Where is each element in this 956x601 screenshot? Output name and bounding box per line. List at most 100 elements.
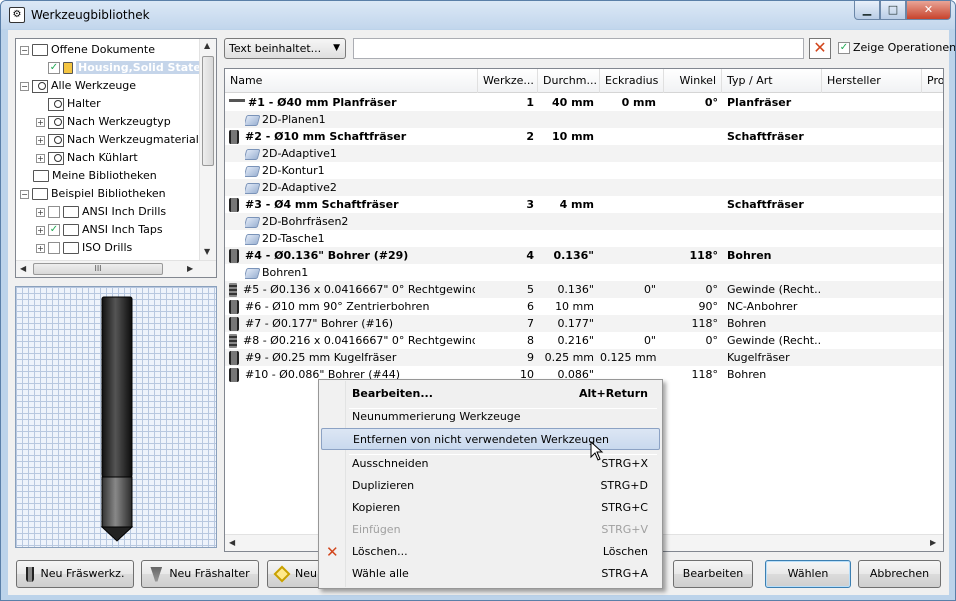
tool-row[interactable]: #6 - Ø10 mm 90° Zentrierbohren 6 10 mm 90° N… [225, 298, 943, 315]
column-header-diameter[interactable]: Durchm... [538, 69, 600, 93]
maximize-button[interactable]: □ [880, 1, 906, 20]
tree-hscroll-thumb[interactable]: III [33, 263, 163, 275]
scroll-left-icon[interactable]: ◀ [229, 538, 235, 547]
operation-row[interactable]: Bohren1 [225, 264, 943, 281]
edit-button[interactable]: Bearbeiten [673, 560, 753, 588]
tool-row[interactable]: #8 - Ø0.216 x 0.0416667" 0° Rechtgewinde… [225, 332, 943, 349]
menu-item-remove-unused[interactable]: Entfernen von nicht verwendeten Werkzeug… [321, 428, 660, 450]
title-bar[interactable]: ⚙ Werkzeugbibliothek ▁ □ ✕ [1, 1, 955, 29]
library-checkbox[interactable]: ✓ [48, 224, 60, 236]
menu-item-duplicate[interactable]: Duplizieren STRG+D [321, 475, 660, 497]
cell-name: #8 - Ø0.216 x 0.0416667" 0° Rechtgewinde [229, 332, 475, 349]
cell-tool-number: 7 [527, 317, 534, 330]
library-checkbox[interactable] [48, 206, 60, 218]
column-header-corner-radius[interactable]: Eckradius [600, 69, 664, 93]
tree-item-by-material[interactable]: + Nach Werkzeugmaterial [36, 131, 199, 149]
operation-row[interactable]: 2D-Adaptive2 [225, 179, 943, 196]
new-holder-button[interactable]: Neu Fräshalter [141, 560, 259, 588]
menu-item-edit[interactable]: Bearbeiten... Alt+Return [321, 383, 660, 405]
folder-icon [63, 206, 79, 218]
operation-row[interactable]: 2D-Adaptive1 [225, 145, 943, 162]
tool-row[interactable]: #1 - Ø40 mm Planfräser 1 40 mm 0 mm 0° Planfr… [225, 94, 943, 111]
cell-name-text: 2D-Kontur1 [262, 164, 325, 177]
tree-horizontal-scrollbar[interactable]: ◀ III ▶ [16, 260, 216, 277]
scroll-right-icon[interactable]: ▶ [930, 538, 936, 547]
tree-vscroll-thumb[interactable] [202, 56, 214, 166]
open-folder-icon [32, 188, 48, 200]
collapse-toggle[interactable]: − [20, 189, 29, 199]
cell-type: Schaftfräser [727, 130, 804, 143]
operation-icon [245, 148, 261, 160]
tree-item-my-libraries[interactable]: Meine Bibliotheken [33, 167, 157, 185]
operation-row[interactable]: 2D-Kontur1 [225, 162, 943, 179]
operation-icon [245, 233, 261, 245]
scroll-up-icon[interactable]: ▲ [204, 41, 210, 50]
show-operations-checkbox[interactable]: ✓ [838, 42, 850, 54]
clear-filter-button[interactable]: ✕ [809, 38, 831, 59]
menu-item-cut[interactable]: Ausschneiden STRG+X [321, 453, 660, 475]
tree-item-iso-drills[interactable]: + ISO Drills [36, 239, 132, 257]
tree-item-by-coolant[interactable]: + Nach Kühlart [36, 149, 138, 167]
folder-icon [33, 170, 49, 182]
cell-diameter: 0.25 mm [544, 351, 594, 364]
cell-corner-radius [600, 247, 656, 264]
operation-row[interactable]: 2D-Planen1 [225, 111, 943, 128]
housing-checkbox[interactable]: ✓ [48, 62, 60, 74]
scroll-down-icon[interactable]: ▼ [204, 247, 210, 256]
search-folder-icon [48, 133, 64, 147]
column-header-manufacturer[interactable]: Hersteller [822, 69, 922, 93]
expand-toggle[interactable]: + [36, 207, 45, 217]
tree-item-ansi-inch-taps[interactable]: + ✓ ANSI Inch Taps [36, 221, 163, 239]
tree-item-open-documents[interactable]: − Offene Dokumente [20, 41, 155, 59]
expand-toggle[interactable]: + [36, 117, 45, 127]
column-header-angle[interactable]: Winkel [664, 69, 722, 93]
minimize-button[interactable]: ▁ [854, 1, 880, 20]
library-checkbox[interactable] [48, 242, 60, 254]
tool-row[interactable]: #2 - Ø10 mm Schaftfräser 2 10 mm Schaftfräs… [225, 128, 943, 145]
cell-name-text: #4 - Ø0.136" Bohrer (#29) [245, 249, 409, 262]
menu-item-select-all[interactable]: Wähle alle STRG+A [321, 563, 660, 585]
menu-item-delete[interactable]: ✕ Löschen... Löschen [321, 541, 660, 563]
tool-row[interactable]: #9 - Ø0.25 mm Kugelfräser 9 0.25 mm 0.125 m… [225, 349, 943, 366]
tree-item-ansi-inch-drills[interactable]: + ANSI Inch Drills [36, 203, 166, 221]
tree-vertical-scrollbar[interactable]: ▲ ▼ [199, 39, 216, 261]
close-window-button[interactable]: ✕ [906, 1, 951, 20]
scroll-left-icon[interactable]: ◀ [20, 264, 26, 273]
filter-mode-dropdown[interactable]: Text beinhaltet... ▼ [224, 38, 346, 59]
cell-name-text: #2 - Ø10 mm Schaftfräser [245, 130, 407, 143]
expand-toggle[interactable]: + [36, 243, 45, 253]
expand-toggle[interactable]: + [36, 135, 45, 145]
scroll-right-icon[interactable]: ▶ [187, 264, 193, 273]
cancel-button[interactable]: Abbrechen [858, 560, 941, 588]
collapse-toggle[interactable]: − [20, 45, 29, 55]
operation-row[interactable]: 2D-Tasche1 [225, 230, 943, 247]
library-tree[interactable]: − Offene Dokumente ✓ Housing,Solid State −… [15, 38, 217, 278]
expand-toggle[interactable]: + [36, 225, 45, 235]
tool-row[interactable]: #3 - Ø4 mm Schaftfräser 3 4 mm Schaftfräser [225, 196, 943, 213]
show-operations-toggle[interactable]: ✓ Zeige Operationen [838, 41, 955, 54]
close-icon: ✕ [813, 38, 827, 57]
select-button[interactable]: Wählen [765, 560, 851, 588]
collapse-toggle[interactable]: − [20, 81, 29, 91]
tree-item-housing[interactable]: ✓ Housing,Solid State [48, 59, 203, 77]
tool-row[interactable]: #5 - Ø0.136 x 0.0416667" 0° Rechtgewinde… [225, 281, 943, 298]
menu-item-renumber[interactable]: Neunummerierung Werkzeuge [321, 406, 660, 428]
tree-item-all-tools[interactable]: − Alle Werkzeuge [20, 77, 136, 95]
new-mill-button[interactable]: Neu Fräswerkz. [16, 560, 134, 588]
operation-row[interactable]: 2D-Bohrfräsen2 [225, 213, 943, 230]
tool-row[interactable]: #4 - Ø0.136" Bohrer (#29) 4 0.136" 118° Bohr… [225, 247, 943, 264]
menu-item-copy[interactable]: Kopieren STRG+C [321, 497, 660, 519]
expand-toggle[interactable]: + [36, 153, 45, 163]
filter-text-input[interactable] [353, 38, 804, 59]
tool-row[interactable]: #7 - Ø0.177" Bohrer (#16) 7 0.177" 118° Bohr… [225, 315, 943, 332]
column-header-type[interactable]: Typ / Art [722, 69, 822, 93]
column-header-name[interactable]: Name [225, 69, 478, 93]
cell-type: Bohren [727, 317, 767, 330]
tree-item-sample-libraries[interactable]: − Beispiel Bibliotheken [20, 185, 166, 203]
drill-icon [229, 317, 239, 331]
tree-item-by-tool-type[interactable]: + Nach Werkzeugtyp [36, 113, 171, 131]
column-header-tool-number[interactable]: Werkze... [478, 69, 538, 93]
cell-name-text: #3 - Ø4 mm Schaftfräser [245, 198, 399, 211]
column-header-product[interactable]: Pro [922, 69, 943, 93]
tree-item-holders[interactable]: Halter [48, 95, 101, 113]
